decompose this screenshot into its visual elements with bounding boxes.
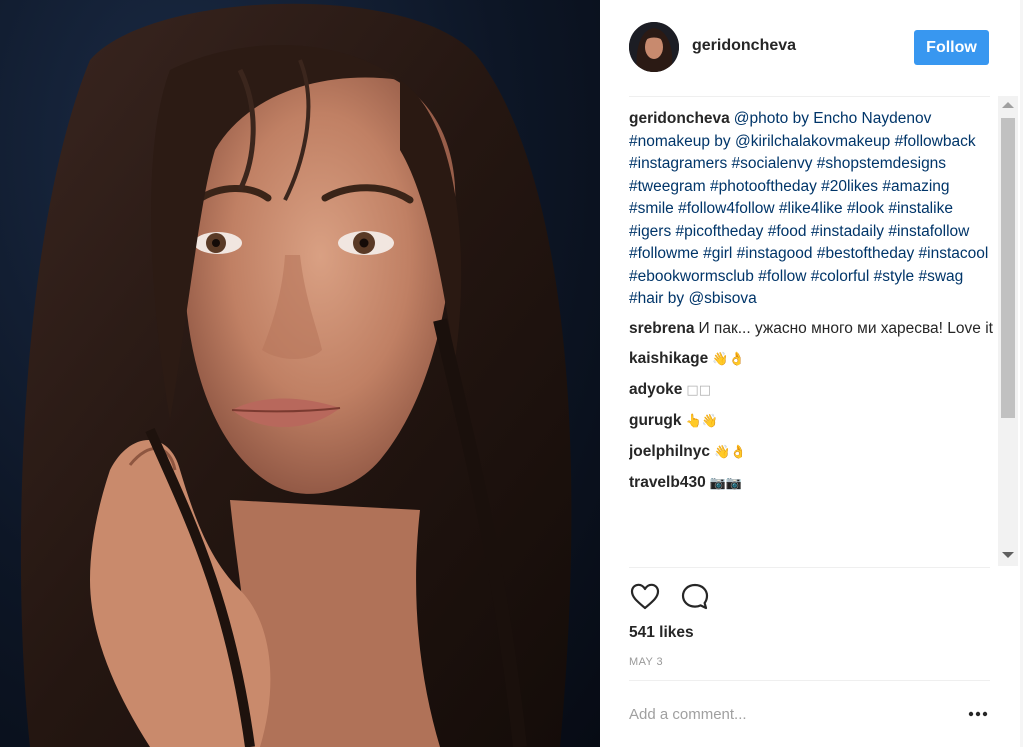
comment-item: travelb430 📷📷 (629, 472, 997, 496)
comment-username[interactable]: srebrena (629, 320, 694, 337)
comment-username[interactable]: adyoke (629, 381, 682, 398)
comment-text: И пак... ужасно много ми харесва! Love i… (698, 320, 993, 337)
comment-bubble-icon[interactable] (679, 581, 711, 613)
scrollbar-thumb[interactable] (1001, 118, 1015, 418)
comment-username[interactable]: kaishikage (629, 350, 708, 367)
heart-icon[interactable] (629, 581, 661, 613)
likes-count[interactable]: 541 likes (629, 624, 694, 642)
ellipsis-icon[interactable] (966, 704, 990, 724)
comment-item: srebrena И пак... ужасно много ми харесва… (629, 318, 997, 341)
comment-text: 📷📷 (709, 476, 743, 491)
scroll-down-arrow-icon[interactable] (1002, 552, 1014, 558)
post-header: geridoncheva Follow (600, 0, 1020, 96)
post-details-panel: geridoncheva Follow geridoncheva @photo b… (600, 0, 1023, 747)
post-actions (629, 581, 990, 613)
comment-item: gurugk 👆👋 (629, 410, 997, 434)
comment-item: adyoke □□ (629, 379, 997, 403)
caption: geridoncheva @photo by Encho Naydenov #no… (629, 108, 997, 311)
comment-box-divider (629, 680, 990, 681)
comment-username[interactable]: joelphilnyc (629, 443, 710, 460)
comment-item: joelphilnyc 👋👌 (629, 441, 997, 465)
comment-item: kaishikage 👋👌 (629, 348, 997, 372)
comment-username[interactable]: travelb430 (629, 474, 706, 491)
header-divider (629, 96, 990, 97)
post-photo[interactable] (0, 0, 600, 747)
add-comment-input[interactable] (629, 700, 949, 728)
comment-text: 👋👌 (713, 445, 747, 460)
avatar[interactable] (629, 22, 679, 72)
caption-username[interactable]: geridoncheva (629, 110, 730, 127)
comments-scrollbar[interactable] (998, 96, 1018, 566)
portrait-image (20, 3, 572, 747)
actions-divider (629, 567, 990, 568)
follow-button[interactable]: Follow (914, 30, 989, 65)
author-username[interactable]: geridoncheva (692, 37, 796, 55)
scroll-up-arrow-icon[interactable] (1002, 102, 1014, 108)
comment-text: 👋👌 (712, 352, 745, 367)
comment-text: □□ (686, 383, 711, 398)
caption-text: @photo by Encho Naydenov #nomakeup by @k… (629, 110, 989, 307)
post-date[interactable]: MAY 3 (629, 656, 663, 668)
comment-text: 👆👋 (685, 414, 718, 429)
comment-username[interactable]: gurugk (629, 412, 682, 429)
comments-list: geridoncheva @photo by Encho Naydenov #no… (629, 108, 997, 566)
